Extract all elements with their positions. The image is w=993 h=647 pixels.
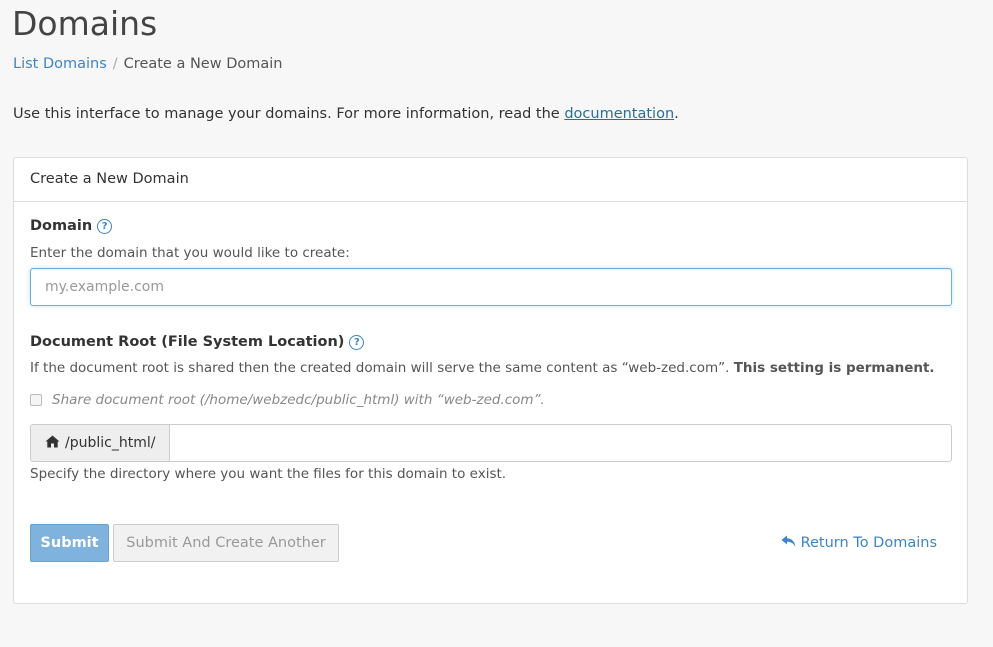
documentation-link[interactable]: documentation xyxy=(564,106,674,122)
document-root-prefix: /public_html/ xyxy=(30,424,170,462)
permanent-setting-note: This setting is permanent. xyxy=(733,360,935,376)
return-to-domains-link[interactable]: Return To Domains xyxy=(781,524,937,562)
document-root-helptext: If the document root is shared then the … xyxy=(30,360,935,376)
page-title: Domains xyxy=(12,4,158,43)
document-root-footer-help: Specify the directory where you want the… xyxy=(30,466,507,482)
return-to-domains-label[interactable]: Return To Domains xyxy=(801,535,937,551)
share-docroot-label[interactable]: Share document root (/home/webzedc/publi… xyxy=(52,392,545,408)
domain-input[interactable] xyxy=(30,268,952,306)
document-root-input[interactable] xyxy=(169,424,952,462)
panel-heading: Create a New Domain xyxy=(14,158,967,202)
intro-text-end: . xyxy=(674,106,679,122)
document-root-label: Document Root (File System Location) ? xyxy=(30,334,365,350)
breadcrumb-list-domains-link[interactable]: List Domains xyxy=(13,56,107,72)
intro-text: Use this interface to manage your domain… xyxy=(13,106,679,122)
submit-button[interactable]: Submit xyxy=(30,524,109,562)
intro-text-body: Use this interface to manage your domain… xyxy=(13,106,565,122)
document-root-helptext-body: If the document root is shared then the … xyxy=(30,360,734,376)
breadcrumb-current: Create a New Domain xyxy=(123,56,283,72)
domain-label: Domain ? xyxy=(30,218,113,234)
domain-helptext: Enter the domain that you would like to … xyxy=(30,245,350,261)
create-domain-panel: Create a New Domain Domain ? Enter the d… xyxy=(13,157,968,604)
help-icon[interactable]: ? xyxy=(97,218,113,234)
submit-and-create-another-button[interactable]: Submit And Create Another xyxy=(113,524,339,562)
share-docroot-checkbox[interactable] xyxy=(30,394,42,406)
document-root-input-group: /public_html/ xyxy=(30,424,952,462)
document-root-label-text: Document Root (File System Location) xyxy=(30,334,345,350)
breadcrumb-separator: / xyxy=(112,56,118,72)
share-docroot-row: Share document root (/home/webzedc/publi… xyxy=(30,392,545,408)
breadcrumb: List Domains / Create a New Domain xyxy=(13,56,282,72)
reply-arrow-icon xyxy=(781,534,796,552)
home-icon xyxy=(45,435,60,452)
document-root-prefix-text: /public_html/ xyxy=(65,435,156,451)
domain-label-text: Domain xyxy=(30,218,93,234)
help-icon[interactable]: ? xyxy=(349,334,365,350)
